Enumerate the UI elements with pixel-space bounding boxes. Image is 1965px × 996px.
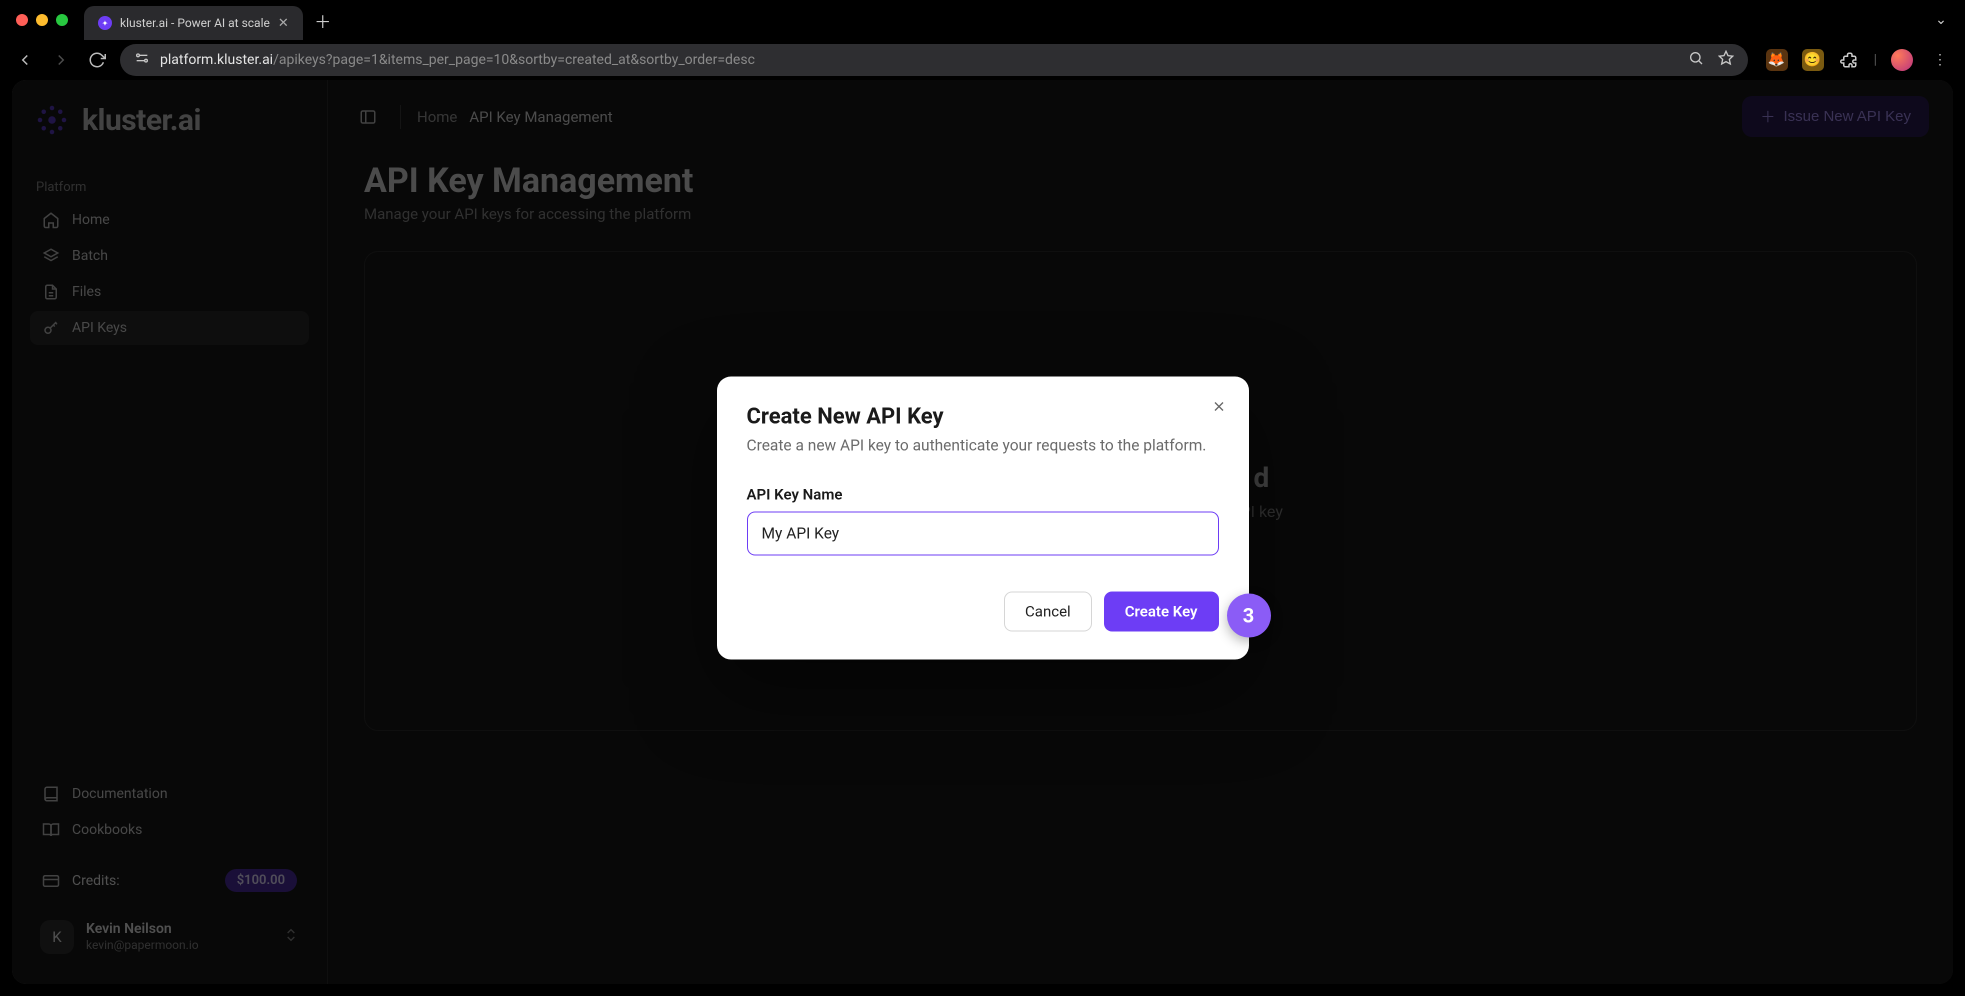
api-key-name-label: API Key Name [747,485,1219,503]
tour-step-badge: 3 [1227,593,1271,637]
url-path: /apikeys?page=1&items_per_page=10&sortby… [273,52,755,68]
browser-toolbar: platform.kluster.ai/apikeys?page=1&items… [0,40,1965,80]
address-bar[interactable]: platform.kluster.ai/apikeys?page=1&items… [120,44,1748,76]
extensions-puzzle-icon[interactable] [1838,49,1860,71]
tab-close-icon[interactable]: ✕ [278,17,289,30]
create-api-key-modal: Create New API Key Create a new API key … [717,377,1249,660]
nav-back-button[interactable] [12,47,38,73]
extension-row: 🦊 😊 | ⋮ [1766,47,1953,73]
window-traffic-lights [16,14,68,26]
modal-description: Create a new API key to authenticate you… [747,436,1219,458]
profile-avatar-icon[interactable] [1891,49,1913,71]
window-close-dot[interactable] [16,14,28,26]
extension-icon[interactable]: 🦊 [1766,49,1788,71]
browser-tab[interactable]: ✦ kluster.ai - Power AI at scale ✕ [84,6,303,40]
extension-icon[interactable]: 😊 [1802,49,1824,71]
modal-close-button[interactable] [1205,393,1233,421]
url-domain: platform.kluster.ai [160,52,273,68]
app-viewport: kluster.ai Platform Home Batch Files [12,80,1953,984]
zoom-icon[interactable] [1688,50,1704,70]
window-max-dot[interactable] [56,14,68,26]
tab-favicon-icon: ✦ [98,16,112,30]
create-key-button[interactable]: Create Key [1104,591,1219,631]
bookmark-star-icon[interactable] [1718,50,1734,70]
cancel-button[interactable]: Cancel [1004,591,1092,631]
tab-title: kluster.ai - Power AI at scale [120,16,270,30]
browser-menu-icon[interactable]: ⋮ [1927,47,1953,73]
site-settings-icon[interactable] [134,50,150,70]
nav-forward-button[interactable] [48,47,74,73]
new-tab-button[interactable]: ＋ [309,6,337,34]
window-min-dot[interactable] [36,14,48,26]
close-icon [1211,399,1227,415]
modal-title: Create New API Key [747,405,1219,430]
tab-dropdown-icon[interactable]: ⌄ [1927,6,1955,34]
api-key-name-input[interactable] [747,511,1219,555]
nav-reload-button[interactable] [84,47,110,73]
browser-tab-strip: ✦ kluster.ai - Power AI at scale ✕ ＋ ⌄ [0,0,1965,40]
